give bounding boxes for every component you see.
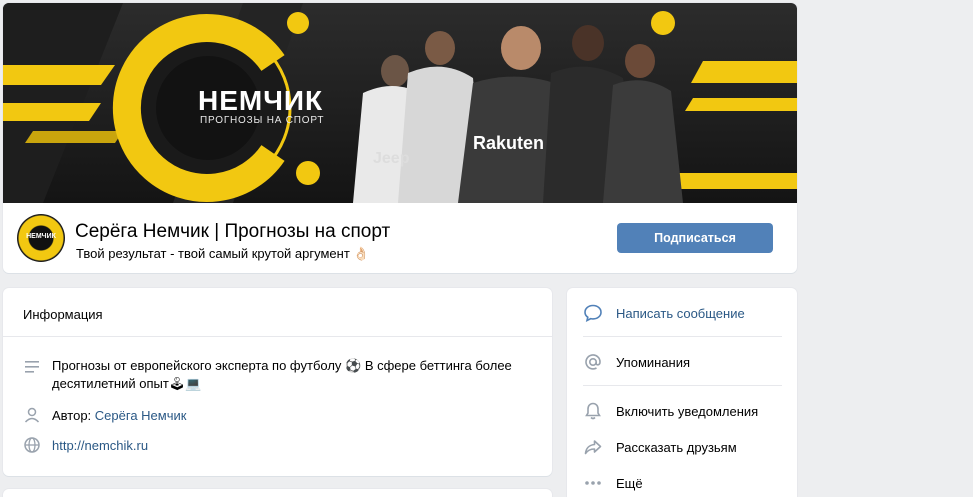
info-divider (3, 336, 552, 337)
action-mentions[interactable]: Упоминания (567, 346, 797, 378)
share-arrow-icon (584, 440, 602, 455)
action-label-share: Рассказать друзьям (616, 440, 737, 455)
information-card: Информация Прогнозы от европейского эксп… (3, 288, 552, 476)
cover-tagline: ПРОГНОЗЫ НА СПОРТ (200, 115, 325, 126)
info-description-line-2: десятилетний опыт🕹💻 (52, 376, 202, 391)
action-more[interactable]: Ещё (567, 467, 797, 497)
website-link[interactable]: http://nemchik.ru (52, 437, 148, 455)
cover-jersey-sponsor: Rakuten (473, 133, 545, 153)
at-sign-icon (585, 354, 601, 370)
actions-divider-2 (583, 385, 782, 386)
subscribe-button[interactable]: Подписаться (617, 223, 773, 253)
more-dots-icon (585, 481, 601, 485)
cover-image: НЕМЧИК ПРОГНОЗЫ НА СПОРТ Rakuten Jeep (3, 3, 797, 203)
bell-icon (585, 402, 601, 420)
user-icon (24, 407, 40, 423)
description-lines-icon (25, 361, 39, 373)
action-label-notifications: Включить уведомления (616, 404, 759, 419)
group-name: Серёга Немчик | Прогнозы на спорт (75, 221, 391, 242)
group-avatar[interactable]: НЕМЧИК (17, 214, 65, 262)
info-section-title: Информация (23, 307, 103, 322)
group-status: Твой результат - твой самый крутой аргум… (76, 246, 370, 261)
cover-brand-text: НЕМЧИК (198, 85, 324, 116)
info-author: Автор: Серёга Немчик (52, 407, 186, 425)
actions-card: Написать сообщение Упоминания Включить у… (567, 288, 797, 497)
action-label-more: Ещё (616, 476, 643, 491)
message-bubble-icon (584, 304, 602, 322)
globe-icon (24, 437, 40, 453)
action-write-message[interactable]: Написать сообщение (567, 297, 797, 329)
avatar-brand-text: НЕМЧИК (26, 233, 56, 240)
cover-jersey-sponsor-2: Jeep (373, 150, 410, 167)
action-label-mentions: Упоминания (616, 355, 691, 370)
cover-artwork (3, 3, 797, 203)
group-profile-row: НЕМЧИК Серёга Немчик | Прогнозы на спорт… (3, 203, 797, 273)
action-label-message: Написать сообщение (616, 306, 745, 321)
author-label: Автор: (52, 408, 95, 423)
author-link[interactable]: Серёга Немчик (95, 408, 187, 423)
action-enable-notifications[interactable]: Включить уведомления (567, 395, 797, 427)
info-description-line-1: Прогнозы от европейского эксперта по фут… (52, 358, 512, 373)
info-description: Прогнозы от европейского эксперта по фут… (52, 357, 512, 393)
group-header-card: НЕМЧИК ПРОГНОЗЫ НА СПОРТ Rakuten Jeep НЕ… (3, 3, 797, 273)
actions-divider-1 (583, 336, 782, 337)
next-section-card (3, 489, 552, 497)
action-share[interactable]: Рассказать друзьям (567, 431, 797, 463)
